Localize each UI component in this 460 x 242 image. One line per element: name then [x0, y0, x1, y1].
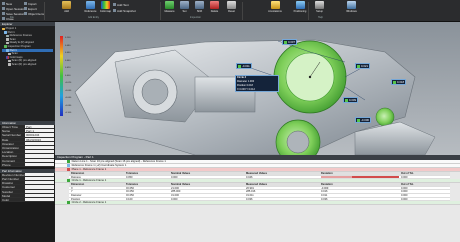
ribbon-separator [242, 2, 243, 20]
pass-icon [284, 40, 287, 44]
left-panel: Explorer Project 1 Part 1 Reference Fram… [0, 22, 55, 242]
add-text-button[interactable]: Add Text [113, 2, 129, 7]
pass-icon [357, 118, 360, 122]
file-group-label: File [10, 16, 14, 19]
deviation-cell [319, 176, 399, 179]
shift-icon [195, 1, 204, 9]
colormap-button[interactable]: Colormap [99, 1, 112, 16]
scan-icon [6, 38, 9, 41]
circle-results-table: Dimension Tolerance Nominal Values Measured… [69, 183, 450, 202]
new-icon [2, 2, 5, 5]
help-group-label: Help [318, 16, 323, 19]
tree-item[interactable]: Scan (R) pre aligned [2, 63, 53, 67]
pass-icon [238, 64, 241, 68]
reference-icon [86, 1, 95, 9]
set-icon [180, 1, 189, 9]
pass-icon [357, 64, 360, 68]
windows-icon [347, 1, 356, 9]
reset-button[interactable]: Reset [225, 1, 238, 16]
import-icon [24, 2, 27, 5]
measurement-callout[interactable]: 0.021 [355, 63, 370, 69]
measurement-callout[interactable]: 0.007 [282, 39, 297, 45]
delete-icon [210, 1, 219, 9]
delete-button[interactable]: Delete [208, 1, 221, 16]
gear-icon [315, 1, 324, 9]
ribbon-toolbar: New Open Session Save Session Close Impo… [0, 0, 460, 22]
explorer-tree: Project 1 Part 1 Reference Frames Scan R… [0, 26, 55, 121]
object-items-menu-item[interactable]: Object Items [24, 11, 45, 16]
ribbon-separator [160, 2, 161, 20]
deviation-bar [321, 176, 399, 179]
setup-button[interactable]: Setup [313, 1, 326, 16]
part-icon [6, 49, 9, 52]
inspection-icon [4, 45, 7, 49]
measure-button[interactable]: Measure [163, 1, 176, 16]
reset-icon [227, 1, 236, 9]
object-icon [24, 12, 27, 15]
colormap-icon [101, 1, 110, 9]
scan-icon [8, 63, 11, 67]
part-icon [4, 31, 7, 34]
pass-icon [67, 201, 70, 204]
positioning-button[interactable]: Positioning [291, 1, 309, 16]
prop-row: Phone [1, 162, 54, 167]
open-icon [2, 7, 5, 10]
project-icon [2, 27, 5, 31]
measurement-callout[interactable]: 0.018 [391, 79, 406, 85]
plane-results-table: Dimension Tolerance Nominal Values Measured… [69, 172, 450, 180]
annotations-button[interactable]: Annotations [266, 1, 284, 16]
save-icon [2, 12, 5, 15]
add-snapshot-button[interactable]: Add Snapshot [113, 8, 136, 13]
measurement-callout[interactable]: -0.006 [355, 117, 371, 123]
prop-row: Color [1, 198, 54, 203]
annotations-icon [270, 1, 280, 9]
program-line[interactable]: Circle 2 - Reference Frame 1 [55, 201, 460, 206]
inspection-group-label: Inspection [190, 16, 201, 19]
text-icon [113, 3, 116, 6]
ribbon-separator [44, 2, 45, 20]
add-entity-icon [62, 1, 71, 9]
reference-frame-icon [6, 34, 9, 38]
positioning-icon [295, 1, 305, 9]
3d-viewport[interactable]: 0.100 0.080 0.060 0.040 0.020 0.000 -0.020 -0.0… [55, 22, 460, 155]
add-button[interactable]: Add [60, 1, 73, 16]
colormap-icon [6, 56, 9, 59]
set-button[interactable]: Set [178, 1, 191, 16]
measurement-callout[interactable]: 0.009 [343, 97, 358, 103]
part-information-grid: Revision Number Part Number Drawing Cust… [0, 172, 55, 203]
pass-icon [67, 179, 70, 182]
add-entity-group-label: Add Entity [88, 16, 99, 19]
reference-frame-icon [67, 164, 70, 167]
pass-icon [67, 160, 70, 163]
measure-icon [165, 1, 174, 9]
fail-icon [67, 168, 70, 171]
circle-info-panel[interactable]: Circle 2 Diameter 1.000 Position 0.018 X… [235, 75, 279, 92]
colormap-scale-labels: 0.100 0.080 0.060 0.040 0.020 0.000 -0.020 -0.0… [65, 37, 72, 114]
measurement-callout[interactable]: -0.011 [236, 63, 252, 69]
pass-icon [345, 98, 348, 102]
shift-button[interactable]: Shift [193, 1, 206, 16]
windows-button[interactable]: Windows [345, 1, 358, 16]
pass-icon [393, 80, 396, 84]
ribbon-separator [308, 2, 309, 20]
snapshot-icon [113, 9, 116, 12]
close-icon [2, 17, 5, 20]
export-icon [24, 7, 27, 10]
information-grid: Object Type Part Name Part 1 Serial Number… [0, 125, 55, 167]
reference-button[interactable]: Reference [84, 1, 97, 16]
inspection-program-panel: Inspection Program - Part 1 Datum Line 1… [55, 155, 460, 242]
